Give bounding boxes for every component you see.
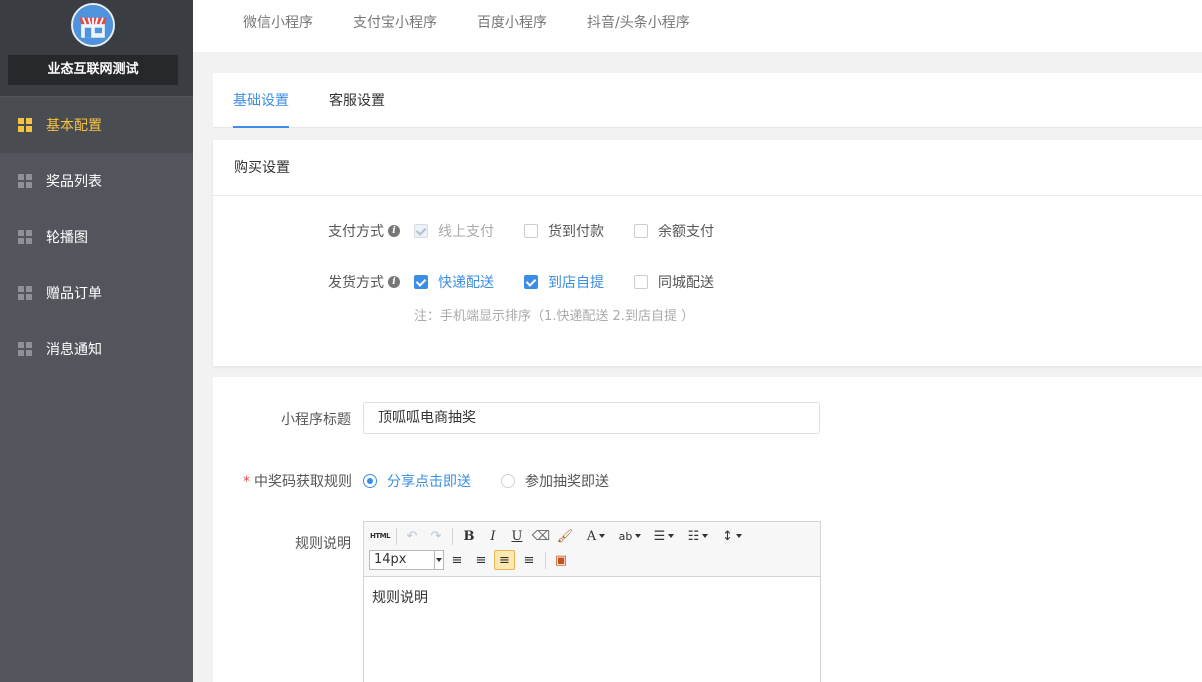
info-icon[interactable]: i (388, 276, 400, 288)
checkbox-local-delivery[interactable]: 同城配送 (634, 272, 714, 292)
align-justify-icon[interactable]: ≡ (519, 550, 539, 570)
sidebar-item-label: 轮播图 (46, 230, 88, 246)
format-brush-icon[interactable]: 🖌 (555, 526, 575, 546)
editor-content[interactable]: 规则说明 (364, 577, 820, 617)
checkbox-label: 到店自提 (548, 275, 604, 291)
underline-icon[interactable]: U (507, 526, 527, 546)
editor-toolbar: HTML ↶ ↷ B I U ⌫ 🖌 A ab ☰ ☷ ↕ 14px ≡ ≡ ≡… (364, 522, 820, 577)
ship-method-label: 发货方式 i (328, 272, 400, 292)
checkbox-box (524, 224, 538, 238)
eraser-icon[interactable]: ⌫ (531, 526, 551, 546)
purchase-settings-panel: 购买设置 支付方式 i 线上支付 货到付款 余额支付 发货方式 i 快递配送 到… (213, 140, 1202, 366)
html-source-button[interactable]: HTML (368, 526, 392, 546)
checkbox-checked (524, 275, 538, 289)
font-color-icon[interactable]: A (581, 526, 611, 546)
rich-text-editor: HTML ↶ ↷ B I U ⌫ 🖌 A ab ☰ ☷ ↕ 14px ≡ ≡ ≡… (363, 521, 821, 682)
tab-douyin[interactable]: 抖音/头条小程序 (587, 0, 690, 46)
checkbox-checked-disabled (414, 224, 428, 238)
pay-method-label: 支付方式 i (328, 221, 400, 241)
tab-alipay[interactable]: 支付宝小程序 (353, 0, 437, 46)
title-label: 小程序标题 (281, 412, 351, 428)
rule-label-text: 中奖码获取规则 (254, 474, 352, 490)
align-left-icon[interactable]: ≡ (447, 550, 467, 570)
grid-icon (18, 342, 32, 356)
panel-title: 购买设置 (213, 140, 1202, 196)
highlight-color-icon[interactable]: ab (615, 526, 645, 546)
shop-name: 业态互联网测试 (8, 55, 178, 85)
rule-label: * 中奖码获取规则 (243, 471, 352, 491)
unordered-list-icon[interactable]: ☷ (683, 526, 713, 546)
sidebar: 业态互联网测试 基本配置 奖品列表 轮播图 赠品订单 消息通知 (0, 0, 193, 682)
required-mark: * (243, 474, 250, 490)
grid-icon (18, 174, 32, 188)
checkbox-checked (414, 275, 428, 289)
info-icon[interactable]: i (388, 225, 400, 237)
sidebar-item-label: 奖品列表 (46, 174, 102, 190)
sidebar-item-label: 消息通知 (46, 342, 102, 358)
radio-join-lottery[interactable]: 参加抽奖即送 (501, 471, 609, 491)
checkbox-pickup[interactable]: 到店自提 (524, 272, 604, 292)
platform-tabs: 微信小程序 支付宝小程序 百度小程序 抖音/头条小程序 (193, 0, 1202, 52)
sidebar-item-prize-list[interactable]: 奖品列表 (0, 153, 193, 209)
radio-label: 分享点击即送 (387, 474, 471, 490)
undo-icon[interactable]: ↶ (402, 526, 422, 546)
checkbox-express[interactable]: 快递配送 (414, 272, 494, 292)
sidebar-nav: 基本配置 奖品列表 轮播图 赠品订单 消息通知 (0, 97, 193, 377)
tab-wechat[interactable]: 微信小程序 (243, 0, 313, 46)
bold-icon[interactable]: B (459, 526, 479, 546)
grid-icon (18, 230, 32, 244)
grid-icon (18, 118, 32, 132)
align-center-icon[interactable]: ≡ (471, 550, 491, 570)
checkbox-box (634, 224, 648, 238)
tab-baidu[interactable]: 百度小程序 (477, 0, 547, 46)
title-input[interactable]: 顶呱呱电商抽奖 (363, 402, 820, 434)
sidebar-item-carousel[interactable]: 轮播图 (0, 209, 193, 265)
image-icon[interactable]: ▣ (551, 550, 571, 570)
tab-service-settings[interactable]: 客服设置 (329, 73, 385, 128)
sidebar-item-basic-config[interactable]: 基本配置 (0, 97, 193, 153)
store-logo-icon (71, 3, 115, 47)
redo-icon[interactable]: ↷ (426, 526, 446, 546)
line-height-icon[interactable]: ↕ (717, 526, 747, 546)
radio-label: 参加抽奖即送 (525, 474, 609, 490)
radio-share-click[interactable]: 分享点击即送 (363, 471, 471, 491)
sidebar-item-notifications[interactable]: 消息通知 (0, 321, 193, 377)
ship-method-text: 发货方式 (328, 275, 384, 291)
font-size-value: 14px (374, 552, 407, 567)
sidebar-item-label: 赠品订单 (46, 286, 102, 302)
desc-label: 规则说明 (295, 536, 351, 552)
basic-form: 小程序标题 顶呱呱电商抽奖 * 中奖码获取规则 分享点击即送 参加抽奖即送 规则说… (213, 377, 1202, 682)
checkbox-online-pay[interactable]: 线上支付 (414, 221, 494, 241)
ordered-list-icon[interactable]: ☰ (649, 526, 679, 546)
align-right-icon[interactable]: ≡ (494, 550, 515, 570)
checkbox-balance-pay[interactable]: 余额支付 (634, 221, 714, 241)
sidebar-item-gift-orders[interactable]: 赠品订单 (0, 265, 193, 321)
pay-method-text: 支付方式 (328, 224, 384, 240)
sidebar-item-label: 基本配置 (46, 118, 102, 134)
checkbox-cod[interactable]: 货到付款 (524, 221, 604, 241)
chevron-down-icon (434, 551, 443, 569)
checkbox-box (634, 275, 648, 289)
radio-dot (363, 474, 377, 488)
checkbox-label: 线上支付 (438, 224, 494, 240)
checkbox-label: 余额支付 (658, 224, 714, 240)
italic-icon[interactable]: I (483, 526, 503, 546)
sidebar-header: 业态互联网测试 (0, 0, 193, 96)
radio-dot (501, 474, 515, 488)
settings-tabs: 基础设置 客服设置 (213, 73, 1202, 128)
checkbox-label: 货到付款 (548, 224, 604, 240)
font-size-select[interactable]: 14px (369, 550, 444, 570)
checkbox-label: 同城配送 (658, 275, 714, 291)
grid-icon (18, 286, 32, 300)
tab-basic-settings[interactable]: 基础设置 (233, 73, 289, 128)
checkbox-label: 快递配送 (438, 275, 494, 291)
ship-order-note: 注：手机端显示排序（1.快递配送 2.到店自提 ） (414, 309, 695, 324)
